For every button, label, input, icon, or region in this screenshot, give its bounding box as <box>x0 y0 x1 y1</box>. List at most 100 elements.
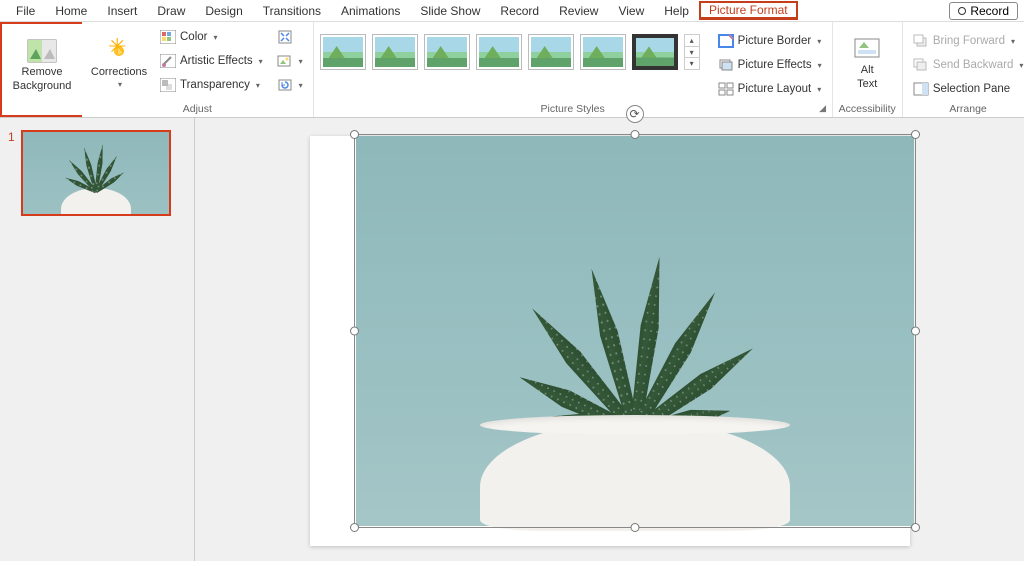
arrange-group: Bring Forward▾ Send Backward▾ Selection … <box>903 22 1024 117</box>
resize-handle-b[interactable] <box>630 523 639 532</box>
reset-icon <box>277 77 293 93</box>
menu-help[interactable]: Help <box>654 2 699 20</box>
selection-pane-label: Selection Pane <box>933 83 1010 95</box>
color-label: Color <box>180 31 207 43</box>
menu-view[interactable]: View <box>608 2 654 20</box>
picture-styles-label: Picture Styles <box>541 103 605 117</box>
sun-icon <box>104 38 134 64</box>
send-backward-button[interactable]: Send Backward▾ <box>909 54 1024 76</box>
transparency-icon <box>160 77 176 93</box>
gallery-down-button[interactable]: ▾ <box>685 47 699 59</box>
brush-icon <box>160 53 176 69</box>
compress-icon <box>277 29 293 45</box>
slide-canvas[interactable]: ⟳ <box>195 118 1024 561</box>
resize-handle-l[interactable] <box>350 327 359 336</box>
picture-style-1[interactable] <box>320 34 366 70</box>
picture-style-4[interactable] <box>476 34 522 70</box>
adjust-group-label: Adjust <box>183 103 212 117</box>
picture-layout-label: Picture Layout <box>738 83 812 95</box>
send-backward-icon <box>913 57 929 73</box>
artistic-effects-button[interactable]: Artistic Effects▾ <box>156 50 267 72</box>
picture-style-3[interactable] <box>424 34 470 70</box>
slide-1-thumbnail[interactable] <box>21 130 171 216</box>
resize-handle-r[interactable] <box>911 327 920 336</box>
record-button-label: Record <box>970 4 1009 18</box>
border-icon <box>718 33 734 49</box>
menu-home[interactable]: Home <box>45 2 97 20</box>
menu-slideshow[interactable]: Slide Show <box>410 2 490 20</box>
remove-background-icon <box>27 38 57 64</box>
menu-transitions[interactable]: Transitions <box>253 2 331 20</box>
menu-draw[interactable]: Draw <box>147 2 195 20</box>
resize-handle-tr[interactable] <box>911 130 920 139</box>
bring-forward-button[interactable]: Bring Forward▾ <box>909 30 1024 52</box>
slide-thumbnail-item[interactable]: 1 <box>8 130 186 216</box>
gallery-expand-button[interactable]: ▾ <box>685 58 699 69</box>
picture-effects-label: Picture Effects <box>738 59 812 71</box>
picture-style-6[interactable] <box>580 34 626 70</box>
remove-background-group: Remove Background <box>0 22 82 117</box>
resize-handle-t[interactable] <box>630 130 639 139</box>
picture-style-7[interactable] <box>632 34 678 70</box>
reset-picture-button[interactable]: ▾ <box>273 74 307 96</box>
resize-handle-tl[interactable] <box>350 130 359 139</box>
picture-styles-more: ▴ ▾ ▾ <box>684 34 700 70</box>
corrections-button[interactable]: Corrections ▾ <box>88 26 150 100</box>
remove-background-button[interactable]: Remove Background <box>8 28 76 102</box>
picture-border-button[interactable]: Picture Border▾ <box>714 30 826 52</box>
compress-pictures-button[interactable] <box>273 26 307 48</box>
layout-icon <box>718 81 734 97</box>
transparency-label: Transparency <box>180 79 250 91</box>
artistic-label: Artistic Effects <box>180 55 253 67</box>
picture-style-5[interactable] <box>528 34 574 70</box>
menu-picture-format[interactable]: Picture Format <box>699 1 798 20</box>
corrections-label: Corrections <box>91 66 147 78</box>
picture-styles-dialog-launcher[interactable]: ◢ <box>816 101 830 115</box>
record-icon <box>958 7 966 15</box>
effects-icon <box>718 57 734 73</box>
remove-bg-line2: Background <box>13 80 72 92</box>
slide: ⟳ <box>310 136 910 546</box>
alt-text-line2: Text <box>857 78 877 90</box>
slide-thumbnail-panel: 1 <box>0 118 195 561</box>
bring-forward-icon <box>913 33 929 49</box>
resize-handle-br[interactable] <box>911 523 920 532</box>
color-button[interactable]: Color▾ <box>156 26 267 48</box>
adjust-group: Corrections ▾ Color▾ Artistic Effects▾ T… <box>82 22 314 117</box>
picture-style-2[interactable] <box>372 34 418 70</box>
slide-number: 1 <box>8 130 15 144</box>
menu-file[interactable]: File <box>6 2 45 20</box>
alt-text-icon <box>852 36 882 62</box>
remove-bg-line1: Remove <box>22 66 63 78</box>
bring-forward-label: Bring Forward <box>933 35 1005 47</box>
accessibility-group: Alt Text Accessibility <box>833 22 903 117</box>
menu-bar: File Home Insert Draw Design Transitions… <box>0 0 1024 22</box>
picture-styles-group: ▴ ▾ ▾ Picture Border▾ Picture Effects▾ P… <box>314 22 833 117</box>
send-backward-label: Send Backward <box>933 59 1014 71</box>
selection-pane-button[interactable]: Selection Pane <box>909 78 1024 100</box>
selection-frame: ⟳ <box>354 134 916 528</box>
menu-insert[interactable]: Insert <box>97 2 147 20</box>
record-button[interactable]: Record <box>949 2 1018 20</box>
change-picture-icon <box>277 53 293 69</box>
selection-pane-icon <box>913 81 929 97</box>
gallery-up-button[interactable]: ▴ <box>685 35 699 47</box>
picture-effects-button[interactable]: Picture Effects▾ <box>714 54 826 76</box>
color-icon <box>160 29 176 45</box>
picture-layout-button[interactable]: Picture Layout▾ <box>714 78 826 100</box>
arrange-label: Arrange <box>949 103 986 117</box>
menu-design[interactable]: Design <box>195 2 252 20</box>
chevron-down-icon: ▾ <box>118 80 122 89</box>
rotate-handle[interactable]: ⟳ <box>626 105 644 123</box>
picture-styles-gallery: ▴ ▾ ▾ <box>320 26 700 70</box>
menu-record[interactable]: Record <box>490 2 549 20</box>
menu-animations[interactable]: Animations <box>331 2 410 20</box>
workspace: 1 <box>0 118 1024 561</box>
change-picture-button[interactable]: ▾ <box>273 50 307 72</box>
menu-review[interactable]: Review <box>549 2 608 20</box>
alt-text-line1: Alt <box>861 64 874 76</box>
transparency-button[interactable]: Transparency▾ <box>156 74 267 96</box>
resize-handle-bl[interactable] <box>350 523 359 532</box>
accessibility-label: Accessibility <box>839 103 896 117</box>
alt-text-button[interactable]: Alt Text <box>843 26 891 100</box>
